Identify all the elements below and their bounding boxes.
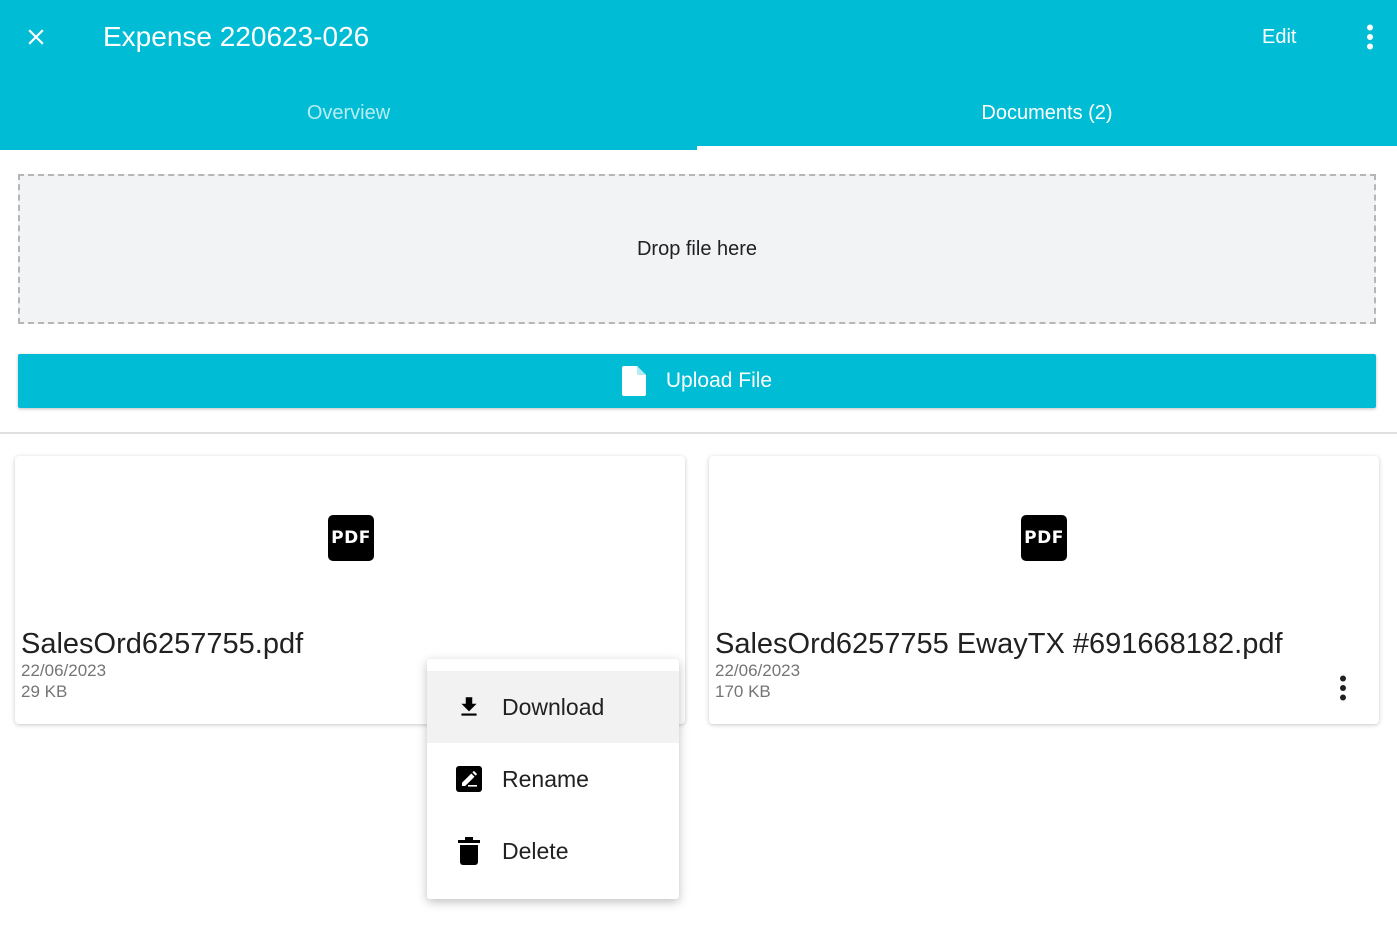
download-icon <box>455 693 483 721</box>
page-title: Expense 220623-026 <box>103 21 370 52</box>
document-card[interactable]: PDF SalesOrd6257755 EwayTX #691668182.pd… <box>709 456 1379 724</box>
menu-item-delete[interactable]: Delete <box>427 815 679 887</box>
document-more-button[interactable] <box>1323 668 1363 708</box>
document-name: SalesOrd6257755.pdf <box>21 628 304 660</box>
tab-overview[interactable]: Overview <box>0 76 697 150</box>
tab-documents[interactable]: Documents (2) <box>697 76 1397 150</box>
delete-icon <box>455 837 483 865</box>
more-options-button[interactable] <box>1350 17 1390 57</box>
upload-file-button[interactable]: Upload File <box>18 354 1376 408</box>
pdf-icon: PDF <box>328 515 374 561</box>
document-size: 29 KB <box>21 682 68 701</box>
tab-indicator <box>697 146 1397 150</box>
tab-documents-label: Documents (2) <box>981 101 1113 124</box>
upload-file-label: Upload File <box>665 369 773 392</box>
section-divider <box>0 432 1397 434</box>
document-date: 22/06/2023 <box>715 661 801 680</box>
file-icon <box>621 366 646 396</box>
tab-overview-label: Overview <box>306 101 391 124</box>
menu-item-rename[interactable]: Rename <box>427 743 679 815</box>
edit-icon <box>455 765 483 793</box>
document-date: 22/06/2023 <box>21 661 107 680</box>
menu-item-label: Rename <box>502 765 589 792</box>
app-bar: Expense 220623-026 Edit Overview Documen… <box>0 0 1397 150</box>
close-icon <box>28 29 44 45</box>
edit-button[interactable]: Edit <box>1250 23 1308 51</box>
document-size: 170 KB <box>715 682 771 701</box>
file-drop-zone[interactable]: Drop file here <box>18 174 1376 324</box>
menu-item-download[interactable]: Download <box>427 671 679 743</box>
pdf-icon: PDF <box>1021 515 1067 561</box>
drop-zone-label: Drop file here <box>636 237 758 260</box>
more-vert-icon <box>1340 675 1346 701</box>
menu-item-label: Download <box>502 693 605 720</box>
close-button[interactable] <box>16 17 56 57</box>
document-name: SalesOrd6257755 EwayTX #691668182.pdf <box>715 628 1283 660</box>
document-context-menu: Download Rename Delete <box>427 659 679 899</box>
more-vert-icon <box>1367 24 1373 50</box>
menu-item-label: Delete <box>502 837 569 864</box>
